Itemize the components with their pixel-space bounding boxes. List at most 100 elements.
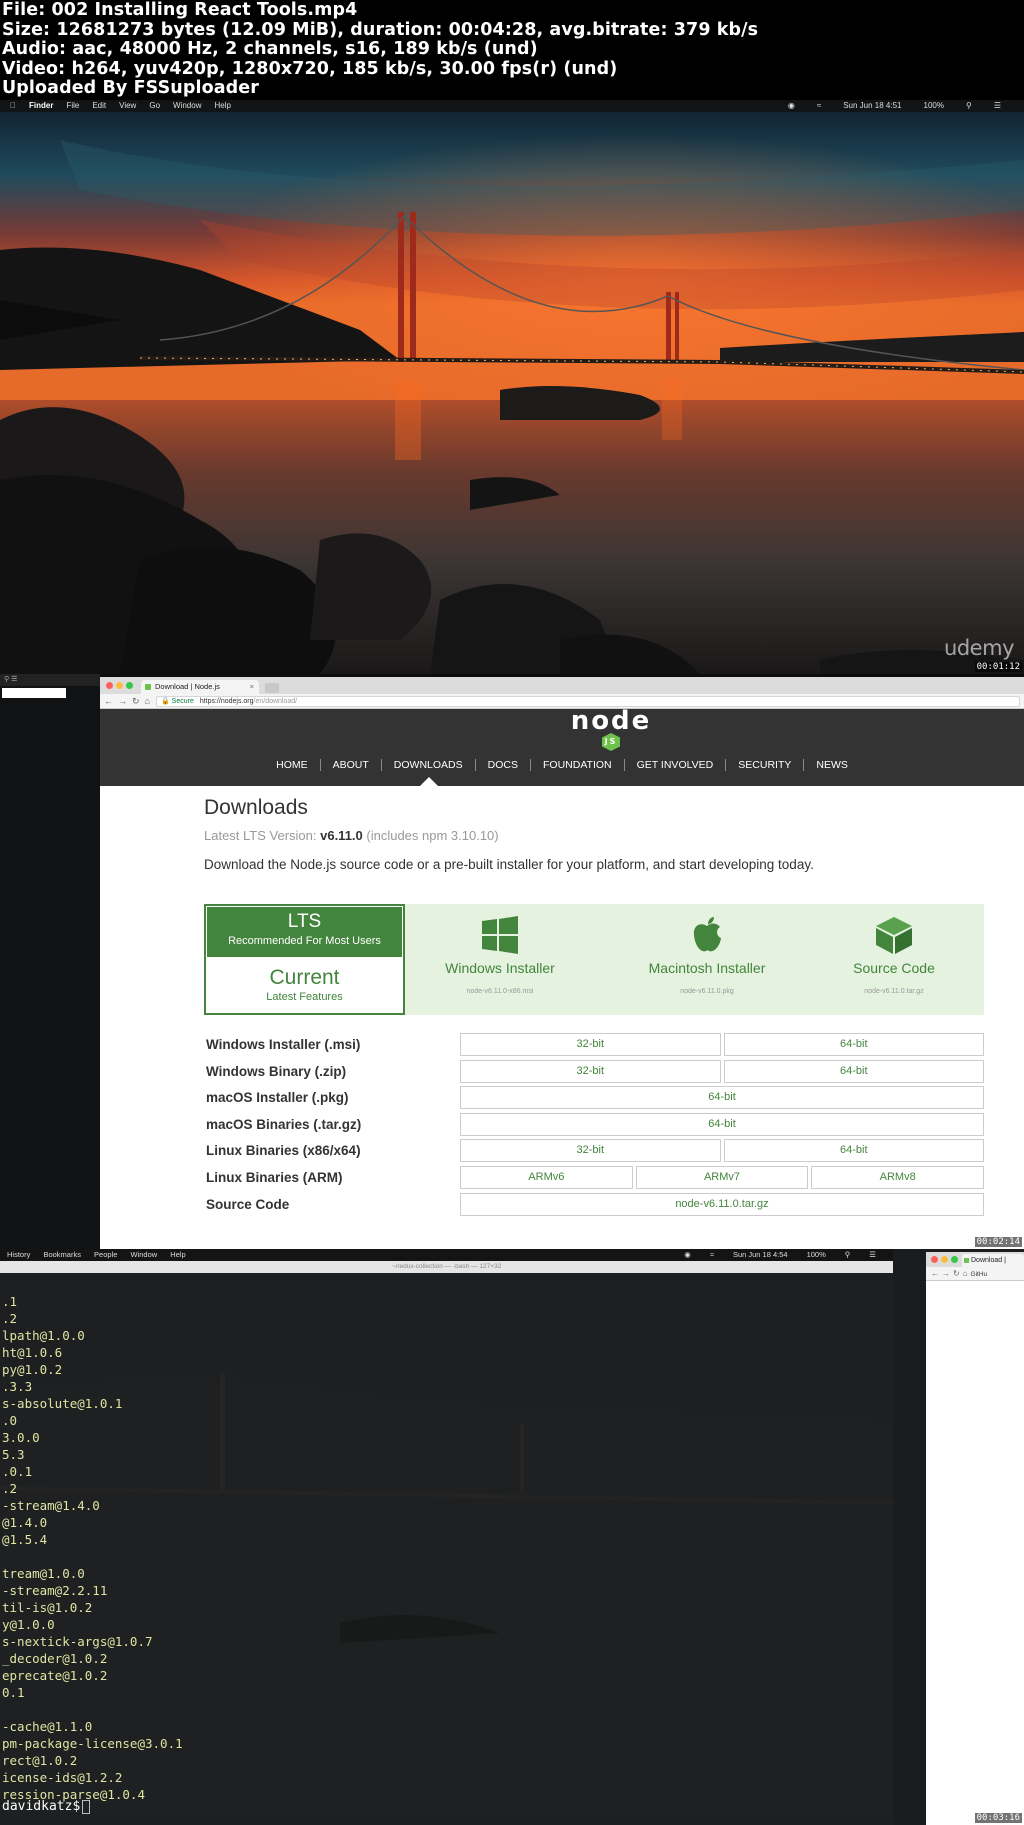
terminal-line: _decoder@1.0.2 [2, 1651, 108, 1666]
download-link[interactable]: 64-bit [723, 1059, 984, 1083]
download-link[interactable]: 64-bit [460, 1086, 984, 1110]
frame-terminal: History Bookmarks People Window Help ◉ ≈… [0, 1249, 1024, 1825]
tab-nodejs-download[interactable]: Download | Node.js × [141, 680, 259, 694]
mini-search-icon: ⚲ ☰ [4, 676, 18, 683]
forward-icon[interactable]: → [118, 696, 132, 706]
terminal-line: tream@1.0.0 [2, 1566, 85, 1581]
menu-bookmarks[interactable]: Bookmarks [43, 1250, 81, 1259]
list-icon[interactable]: ☰ [869, 1249, 876, 1261]
download-link[interactable]: 32-bit [460, 1059, 721, 1083]
page-title: Downloads [204, 796, 308, 819]
nav-home[interactable]: HOME [264, 759, 321, 771]
menu-window[interactable]: Window [173, 100, 201, 112]
download-link[interactable]: ARMv6 [460, 1165, 633, 1189]
source-code-link[interactable]: Source Code node-v6.11.0.tar.gz [804, 916, 984, 995]
row-label: Linux Binaries (ARM) [206, 1169, 343, 1185]
frame-browser: ⚲ ☰ Download | Node.js × ←→↻⌂ 🔒 Secure h… [0, 674, 1024, 1249]
lts-version-line: Latest LTS Version: v6.11.0 (includes np… [204, 828, 884, 843]
download-link[interactable]: 32-bit [460, 1033, 721, 1056]
source-code-file: node-v6.11.0.tar.gz [864, 988, 924, 995]
wifi-icon[interactable]: ≈ [710, 1249, 714, 1261]
macintosh-installer-link[interactable]: Macintosh Installer node-v6.11.0.pkg [617, 916, 797, 995]
download-link[interactable]: ARMv7 [635, 1165, 809, 1189]
battery-label[interactable]: 100% [924, 100, 944, 112]
nav-about[interactable]: ABOUT [321, 759, 382, 771]
table-row: Linux Binaries (ARM) ARMv6 ARMv7 ARMv8 [204, 1164, 985, 1191]
menu-help[interactable]: Help [214, 100, 230, 112]
battery-label[interactable]: 100% [807, 1249, 826, 1261]
current-toggle-button[interactable]: Current Latest Features [206, 965, 403, 1003]
download-link[interactable]: 64-bit [723, 1033, 984, 1056]
menu-help[interactable]: Help [170, 1250, 185, 1259]
downloads-table: Windows Installer (.msi) 32-bit 64-bit Wi… [204, 1031, 985, 1217]
close-window-icon[interactable] [931, 1256, 938, 1263]
nav-foundation[interactable]: FOUNDATION [531, 759, 625, 771]
download-link[interactable]: 64-bit [723, 1139, 984, 1163]
current-title: Current [269, 966, 340, 989]
text-cursor-icon [82, 1799, 91, 1814]
terminal-line: @1.4.0 [2, 1515, 48, 1530]
table-row: Windows Installer (.msi) 32-bit 64-bit [204, 1031, 984, 1058]
apple-menu-icon[interactable]:  [10, 100, 16, 112]
nodejs-favicon-icon [964, 1258, 969, 1263]
minimize-window-icon[interactable] [116, 682, 123, 689]
wifi-icon[interactable]: ≈ [817, 100, 821, 112]
cube-icon [876, 917, 912, 954]
record-icon[interactable]: ◉ [684, 1249, 691, 1261]
download-link[interactable]: 32-bit [460, 1139, 721, 1163]
nav-get-involved[interactable]: GET INVOLVED [625, 759, 727, 771]
menu-edit[interactable]: Edit [92, 100, 106, 112]
installer-chooser: LTS Recommended For Most Users Current L… [204, 904, 984, 1015]
menu-window[interactable]: Window [131, 1250, 158, 1259]
side-url[interactable]: GitHu [971, 1271, 988, 1278]
menubar-clock[interactable]: Sun Jun 18 4:54 [733, 1249, 788, 1261]
menu-finder[interactable]: Finder [29, 100, 53, 112]
side-tab[interactable]: Download | [962, 1254, 1024, 1267]
menu-file[interactable]: File [66, 100, 79, 112]
zoom-window-icon[interactable] [951, 1256, 958, 1263]
url-host: https://nodejs.org [199, 698, 254, 705]
windows-installer-file: node-v6.11.0-x86.msi [466, 988, 534, 995]
frame-timestamp: 00:02:14 [974, 1237, 1022, 1247]
side-tab-title: Download | [971, 1257, 1006, 1264]
lts-subtitle: Recommended For Most Users [228, 935, 381, 947]
minimize-window-icon[interactable] [941, 1256, 948, 1263]
menu-people[interactable]: People [94, 1250, 117, 1259]
nav-docs[interactable]: DOCS [476, 759, 531, 771]
home-icon[interactable]: ⌂ [145, 696, 155, 706]
list-icon[interactable]: ☰ [994, 100, 1001, 112]
lts-toggle-button[interactable]: LTS Recommended For Most Users [207, 907, 402, 957]
nodejs-logo[interactable]: node JS [561, 708, 661, 751]
lts-suffix: (includes npm 3.10.10) [362, 828, 499, 843]
back-icon[interactable]: ← [104, 696, 118, 706]
nav-security[interactable]: SECURITY [726, 759, 805, 771]
side-address-row: ←→↻⌂GitHu [926, 1267, 1024, 1281]
nav-news[interactable]: NEWS [804, 759, 860, 771]
left-dark-strip: ⚲ ☰ [0, 674, 100, 1249]
search-icon[interactable]: ⚲ [845, 1249, 851, 1261]
menu-history[interactable]: History [7, 1250, 30, 1259]
side-nav-icons[interactable]: ←→↻⌂ [931, 1269, 971, 1278]
reload-icon[interactable]: ↻ [132, 696, 145, 706]
menubar-clock[interactable]: Sun Jun 18 4:51 [843, 100, 901, 112]
menu-view[interactable]: View [119, 100, 136, 112]
new-tab-button[interactable] [265, 683, 279, 693]
tab-close-icon[interactable]: × [250, 680, 254, 694]
download-link[interactable]: node-v6.11.0.tar.gz [460, 1192, 984, 1216]
download-link[interactable]: 64-bit [460, 1112, 984, 1136]
download-link[interactable]: ARMv8 [811, 1165, 985, 1189]
table-row: macOS Binaries (.tar.gz) 64-bit [204, 1111, 984, 1138]
record-icon[interactable]: ◉ [788, 100, 795, 112]
search-icon[interactable]: ⚲ [966, 100, 972, 112]
macintosh-installer-name: Macintosh Installer [648, 960, 766, 976]
zoom-window-icon[interactable] [126, 682, 133, 689]
menu-go[interactable]: Go [149, 100, 160, 112]
intro-text: Download the Node.js source code or a pr… [204, 857, 814, 872]
terminal-line: @1.5.4 [2, 1532, 48, 1547]
nav-downloads[interactable]: DOWNLOADS [382, 759, 476, 771]
terminal-prompt[interactable]: davidkatz$ [2, 1799, 91, 1814]
windows-installer-link[interactable]: Windows Installer node-v6.11.0-x86.msi [410, 916, 590, 995]
prompt-text: davidkatz$ [2, 1799, 81, 1814]
table-row: macOS Installer (.pkg) 64-bit [204, 1084, 984, 1111]
close-window-icon[interactable] [106, 682, 113, 689]
